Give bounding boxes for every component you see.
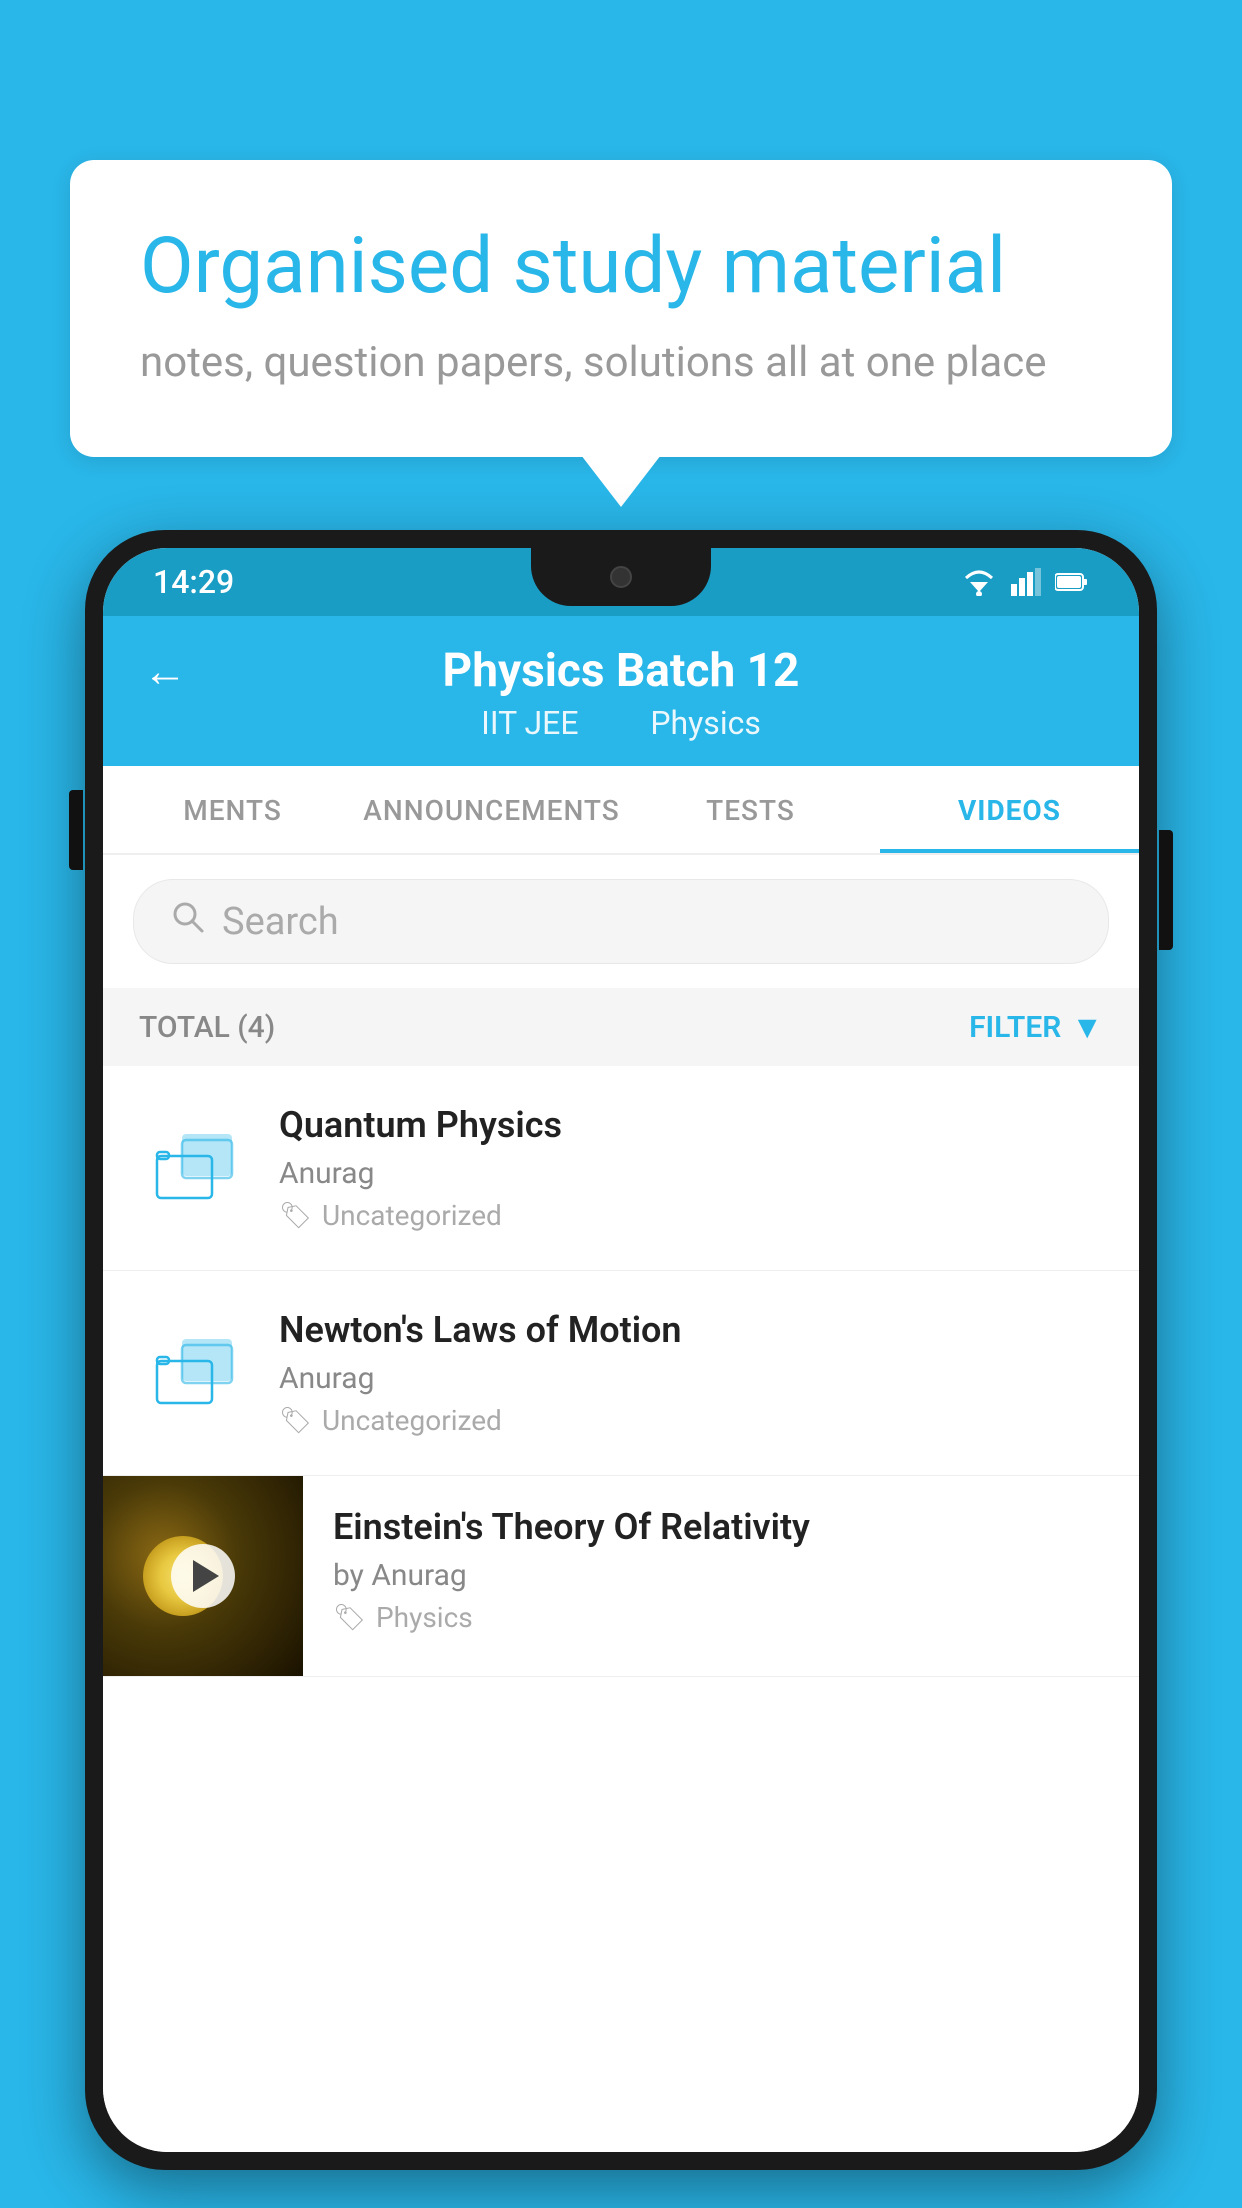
header-row: ← Physics Batch 12 [143,644,1099,698]
app-header: ← Physics Batch 12 IIT JEE Physics [103,616,1139,766]
video-author-3: by Anurag [333,1558,1109,1593]
filter-button[interactable]: FILTER ▼ [969,1008,1103,1046]
tag-icon-2: 🏷 [279,1406,312,1436]
wifi-icon [961,568,997,596]
video-thumbnail-3 [103,1476,303,1676]
header-subtitle-physics: Physics [650,704,761,742]
camera-icon [610,566,632,588]
filter-row: TOTAL (4) FILTER ▼ [103,988,1139,1066]
page-title: Physics Batch 12 [443,644,800,698]
filter-funnel-icon: ▼ [1071,1008,1103,1046]
video-tag-2: 🏷 Uncategorized [279,1404,1103,1437]
video-info-3: Einstein's Theory Of Relativity by Anura… [303,1476,1139,1664]
video-info-1: Quantum Physics Anurag 🏷 Uncategorized [279,1104,1103,1232]
bubble-subtitle: notes, question papers, solutions all at… [140,338,1102,387]
header-subtitle: IIT JEE Physics [469,704,773,742]
tab-videos[interactable]: VIDEOS [880,766,1139,853]
speech-bubble: Organised study material notes, question… [70,160,1172,457]
video-title-1: Quantum Physics [279,1104,1103,1146]
tab-tests[interactable]: TESTS [621,766,880,853]
video-title-3: Einstein's Theory Of Relativity [333,1506,1109,1548]
list-item[interactable]: Newton's Laws of Motion Anurag 🏷 Uncateg… [103,1271,1139,1476]
play-button-3[interactable] [171,1544,235,1608]
status-time: 14:29 [153,563,234,601]
phone-screen: 14:29 [103,548,1139,2152]
phone-outer: 14:29 [85,530,1157,2170]
status-bar: 14:29 [103,548,1139,616]
search-input[interactable]: Search [222,900,339,944]
play-triangle-icon [193,1560,219,1592]
search-icon [170,898,206,945]
video-list: Quantum Physics Anurag 🏷 Uncategorized [103,1066,1139,2152]
video-title-2: Newton's Laws of Motion [279,1309,1103,1351]
total-count: TOTAL (4) [139,1010,275,1045]
video-author-1: Anurag [279,1156,1103,1191]
list-item[interactable]: Einstein's Theory Of Relativity by Anura… [103,1476,1139,1677]
header-subtitle-sep [610,704,626,742]
tag-icon-1: 🏷 [279,1201,312,1231]
signal-icon [1011,568,1041,596]
notch [531,548,711,606]
video-tag-3: 🏷 Physics [333,1601,1109,1634]
tab-announcements[interactable]: ANNOUNCEMENTS [362,766,621,853]
phone-wrapper: 14:29 [85,530,1157,2208]
tab-ments[interactable]: MENTS [103,766,362,853]
video-tag-1: 🏷 Uncategorized [279,1199,1103,1232]
search-container: Search [103,855,1139,988]
folder-icon-1 [139,1113,249,1223]
folder-icon-2 [139,1318,249,1428]
list-item[interactable]: Quantum Physics Anurag 🏷 Uncategorized [103,1066,1139,1271]
status-icons [961,568,1089,596]
header-subtitle-iitjee: IIT JEE [481,704,578,742]
video-info-2: Newton's Laws of Motion Anurag 🏷 Uncateg… [279,1309,1103,1437]
tab-bar: MENTS ANNOUNCEMENTS TESTS VIDEOS [103,766,1139,855]
bubble-title: Organised study material [140,220,1102,314]
back-button[interactable]: ← [143,645,187,697]
search-bar[interactable]: Search [133,879,1109,964]
video-author-2: Anurag [279,1361,1103,1396]
tag-icon-3: 🏷 [333,1603,366,1633]
battery-icon [1055,572,1089,592]
